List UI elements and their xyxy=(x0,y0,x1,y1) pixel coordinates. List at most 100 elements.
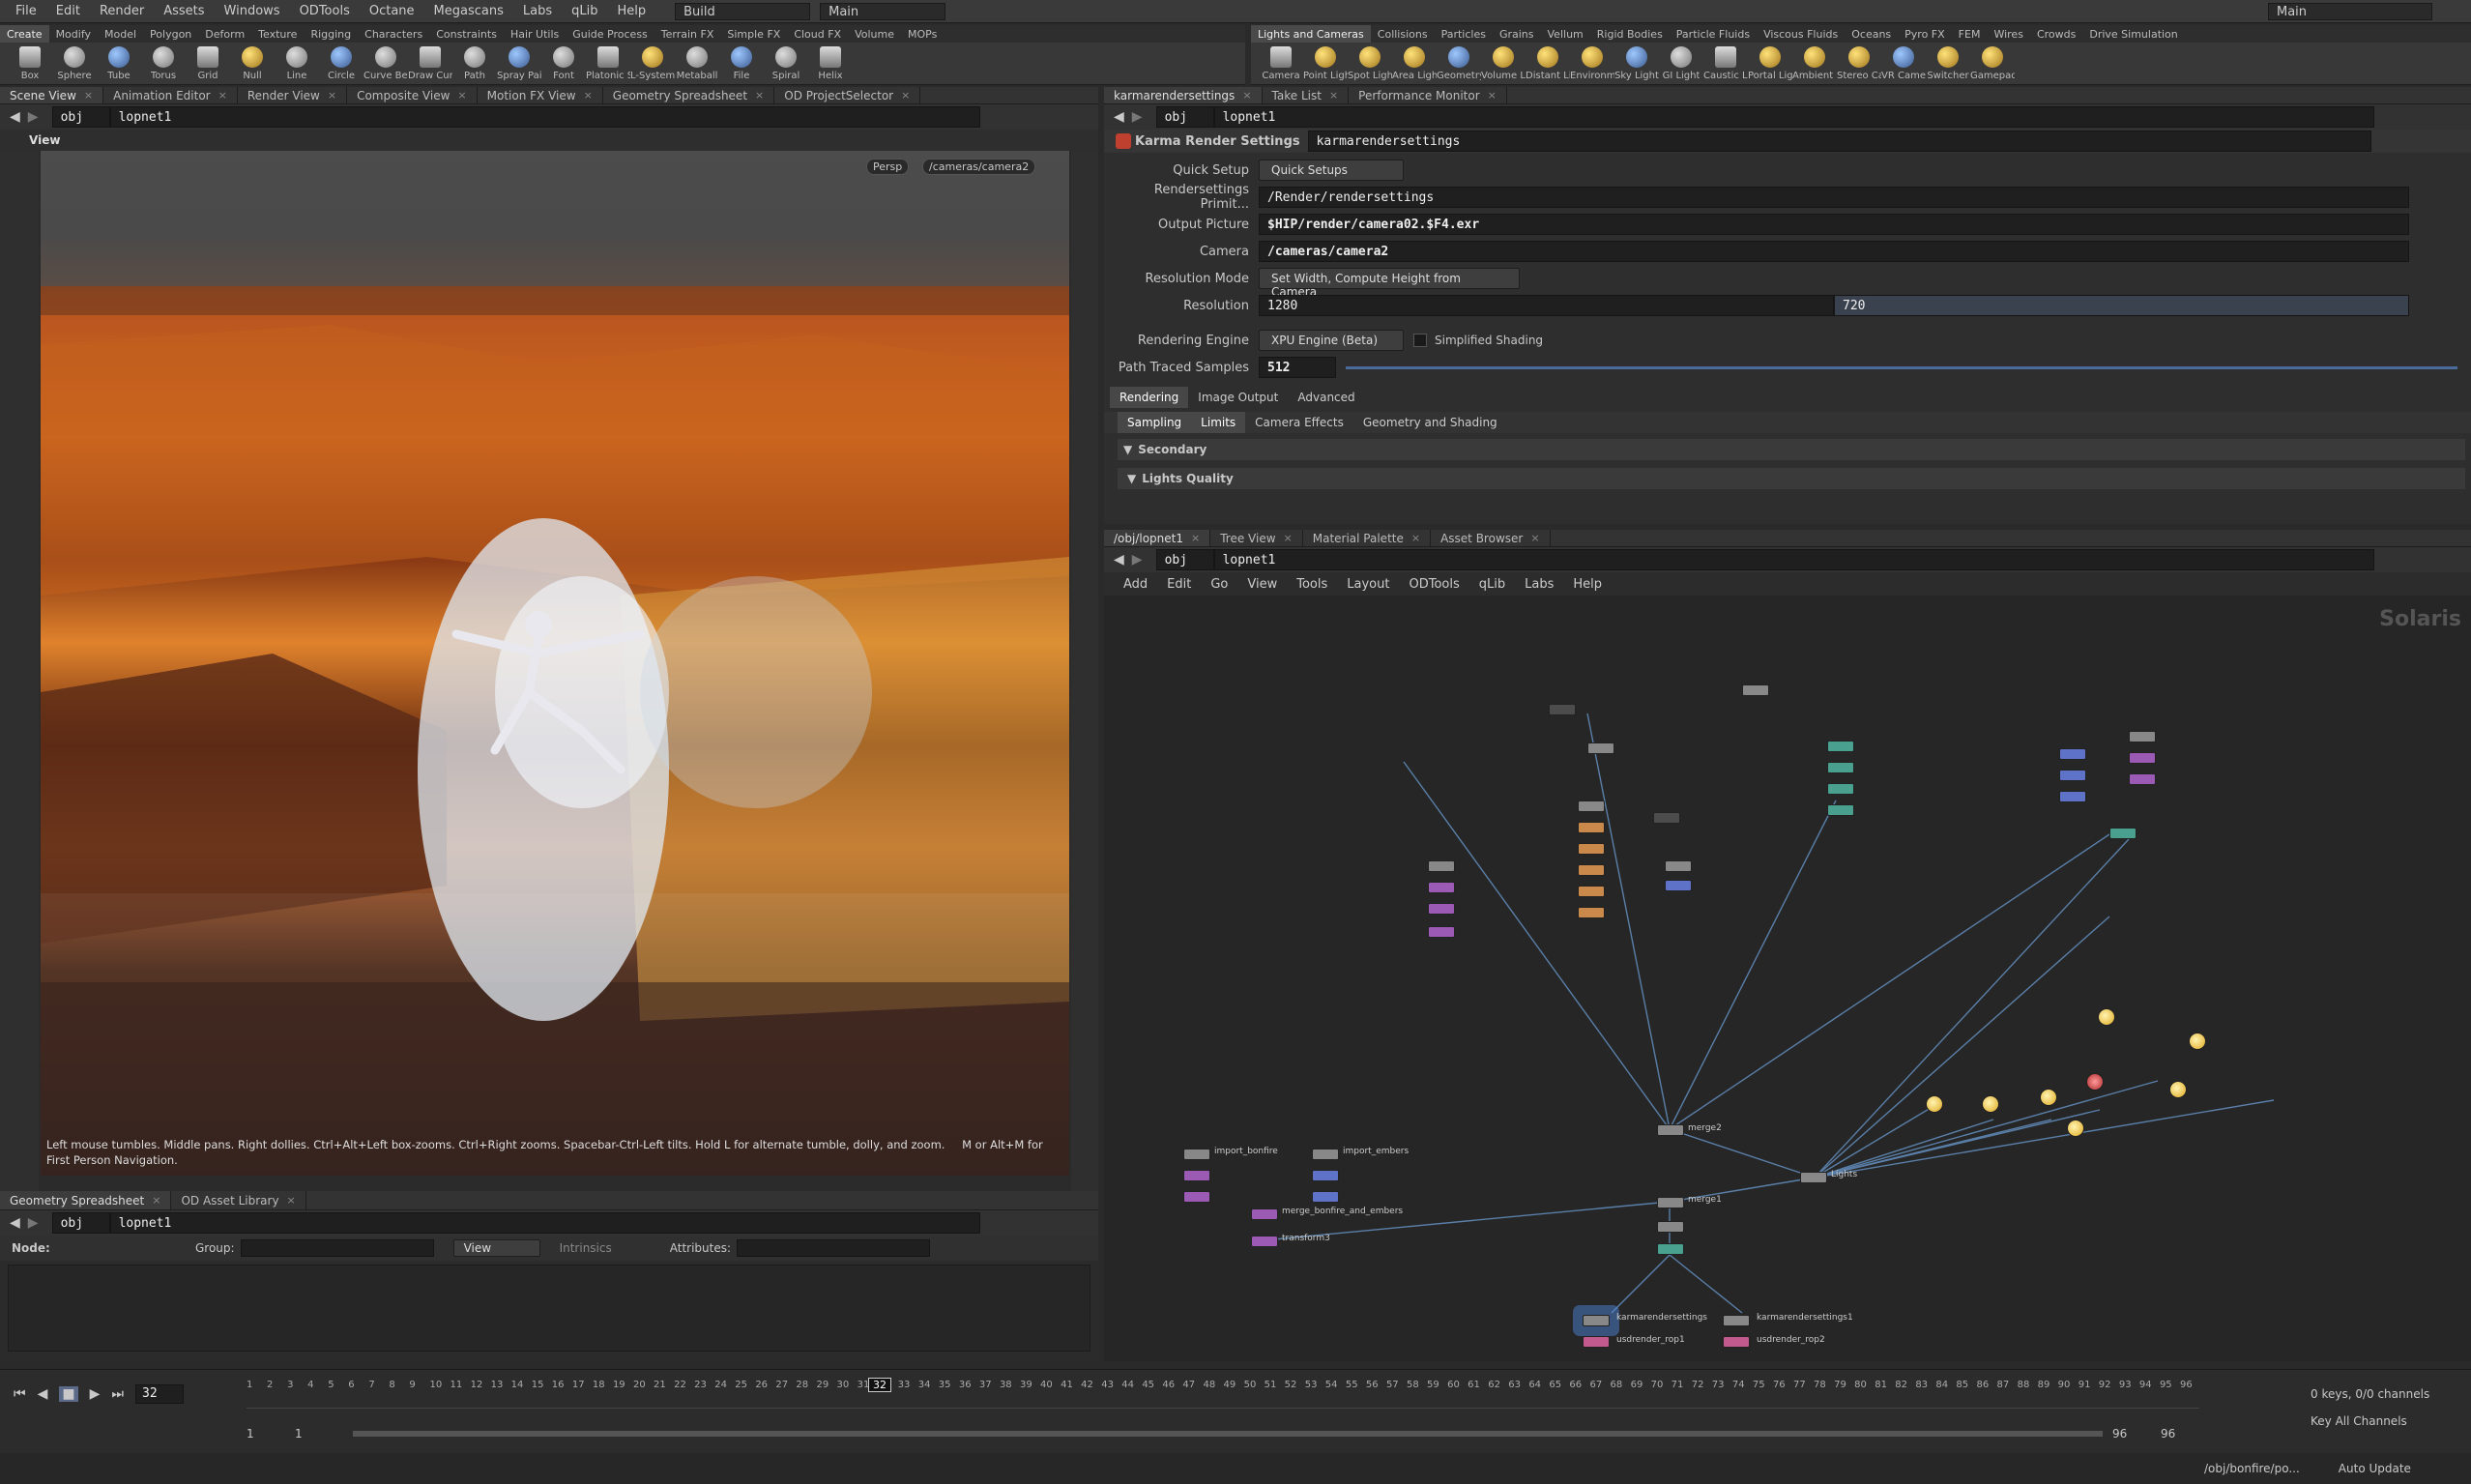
param-subtab-sampling[interactable]: Sampling xyxy=(1118,412,1192,433)
resolution-height-field[interactable]: 720 xyxy=(1834,295,2409,316)
viewport-tab-render-view[interactable]: Render View × xyxy=(238,87,348,103)
param-tab-image-output[interactable]: Image Output xyxy=(1188,387,1288,408)
left-tool-grid[interactable]: Grid xyxy=(186,46,230,81)
param-subtab-geometry-and-shading[interactable]: Geometry and Shading xyxy=(1353,412,1507,433)
attributes-field[interactable] xyxy=(737,1239,931,1257)
right-shelf-tab-particles[interactable]: Particles xyxy=(1435,25,1493,43)
node-transform-c[interactable] xyxy=(1578,886,1605,897)
network-tab-obj-lopnet1[interactable]: /obj/lopnet1 × xyxy=(1104,530,1211,546)
node-embers-lib[interactable] xyxy=(1312,1191,1339,1203)
right-tool-camera[interactable]: Camera xyxy=(1259,46,1303,81)
close-tab-icon[interactable]: × xyxy=(1488,89,1497,102)
close-tab-icon[interactable]: × xyxy=(328,89,336,102)
node-bonfire-lib[interactable] xyxy=(1183,1191,1210,1203)
left-tool-curve-bezier[interactable]: Curve Bezier xyxy=(363,46,408,81)
stop-icon[interactable]: ■ xyxy=(59,1386,78,1402)
spreadsheet-tab-geometry-spreadsheet[interactable]: Geometry Spreadsheet × xyxy=(0,1191,172,1209)
current-frame-marker[interactable]: 32 xyxy=(868,1378,891,1392)
node-dim[interactable] xyxy=(1549,704,1576,715)
left-tool-circle[interactable]: Circle xyxy=(319,46,363,81)
light-arealight5[interactable] xyxy=(2067,1120,2084,1137)
network-menu-odtools[interactable]: ODTools xyxy=(1409,577,1459,592)
close-tab-icon[interactable]: × xyxy=(287,1194,296,1207)
left-tool-platonic-solids[interactable]: Platonic Solids xyxy=(586,46,630,81)
range-start2[interactable]: 1 xyxy=(295,1427,343,1440)
menu-labs[interactable]: Labs xyxy=(523,4,552,18)
menu-windows[interactable]: Windows xyxy=(224,4,280,18)
network-menu-layout[interactable]: Layout xyxy=(1347,577,1389,592)
right-tool-sky-light[interactable]: Sky Light xyxy=(1614,46,1659,81)
right-tool-vr-camera[interactable]: VR Camera xyxy=(1881,46,1926,81)
close-tab-icon[interactable]: × xyxy=(584,89,593,102)
left-tool-null[interactable]: Null xyxy=(230,46,275,81)
camera-field[interactable]: /cameras/camera2 xyxy=(1259,241,2409,262)
menu-render[interactable]: Render xyxy=(100,4,144,18)
node-ref-top[interactable] xyxy=(1742,684,1769,696)
path-lopnet[interactable]: lopnet1 xyxy=(1213,106,2374,128)
left-shelf-tab-create[interactable]: Create xyxy=(0,25,49,43)
right-shelf-tab-particle-fluids[interactable]: Particle Fluids xyxy=(1670,25,1757,43)
range-start[interactable]: 1 xyxy=(247,1427,295,1440)
right-selector[interactable]: Main xyxy=(2268,2,2432,20)
right-tool-point-light[interactable]: Point Light xyxy=(1303,46,1348,81)
menu-edit[interactable]: Edit xyxy=(56,4,80,18)
spreadsheet-tab-od-asset-library[interactable]: OD Asset Library × xyxy=(171,1191,306,1209)
viewport-tab-scene-view[interactable]: Scene View × xyxy=(0,87,104,103)
param-subtab-limits[interactable]: Limits xyxy=(1191,412,1246,433)
menu-qlib[interactable]: qLib xyxy=(571,4,597,18)
range-slider[interactable] xyxy=(353,1431,2103,1437)
left-tool-l-system[interactable]: L-System xyxy=(630,46,675,81)
menu-assets[interactable]: Assets xyxy=(163,4,204,18)
left-tool-draw-curve[interactable]: Draw Curve xyxy=(408,46,452,81)
left-tool-metaball[interactable]: Metaball xyxy=(675,46,719,81)
right-tool-switcher[interactable]: Switcher xyxy=(1926,46,1970,81)
param-tab-rendering[interactable]: Rendering xyxy=(1110,387,1189,408)
view-menu[interactable]: View xyxy=(452,1239,540,1257)
node-file2[interactable] xyxy=(1665,860,1692,872)
left-tool-font[interactable]: Font xyxy=(541,46,586,81)
frame-ruler[interactable]: 1 2 3 4 5 6 7 8 9 10 11 12 13 14 15 16 17 18 19 20 21 22 23 24 2… xyxy=(247,1380,2199,1409)
network-menu-view[interactable]: View xyxy=(1247,577,1277,592)
samples-field[interactable]: 512 xyxy=(1259,357,1336,378)
node-dim-2[interactable] xyxy=(1653,812,1680,824)
node-transform-d[interactable] xyxy=(1578,907,1605,918)
node-lights[interactable] xyxy=(1800,1172,1827,1183)
right-shelf-tab-wires[interactable]: Wires xyxy=(1987,25,2029,43)
param-tab-advanced[interactable]: Advanced xyxy=(1288,387,1364,408)
network-tab-material-palette[interactable]: Material Palette × xyxy=(1303,530,1432,546)
node-karmarendersettings1[interactable] xyxy=(1723,1315,1750,1326)
back-icon[interactable]: ◀ xyxy=(10,1215,20,1231)
section-secondary[interactable]: ▼ Secondary xyxy=(1118,439,2465,460)
left-shelf-tab-simple-fx[interactable]: Simple FX xyxy=(720,25,787,43)
parameter-tab-performance-monitor[interactable]: Performance Monitor × xyxy=(1349,87,1507,103)
right-tool-gamepad-camera[interactable]: Gamepad Camera xyxy=(1970,46,2015,81)
right-shelf-tab-viscous-fluids[interactable]: Viscous Fluids xyxy=(1757,25,1845,43)
right-tool-gi-light[interactable]: GI Light xyxy=(1659,46,1703,81)
network-menu-help[interactable]: Help xyxy=(1573,577,1602,592)
network-selector[interactable]: Main xyxy=(820,2,946,20)
right-shelf-tab-lights-and-cameras[interactable]: Lights and Cameras xyxy=(1251,25,1371,43)
close-tab-icon[interactable]: × xyxy=(457,89,466,102)
viewport-tab-animation-editor[interactable]: Animation Editor × xyxy=(103,87,238,103)
node-transform7[interactable] xyxy=(2129,752,2156,764)
right-tool-caustic-light[interactable]: Caustic Light xyxy=(1703,46,1748,81)
path-lopnet[interactable]: lopnet1 xyxy=(109,1212,980,1234)
group-field[interactable] xyxy=(240,1239,434,1257)
parameter-tab-karmarendersettings[interactable]: karmarendersettings × xyxy=(1104,87,1263,103)
right-tool-stereo-camera[interactable]: Stereo Camera xyxy=(1837,46,1881,81)
viewport-tab-motion-fx-view[interactable]: Motion FX View × xyxy=(478,87,603,103)
left-tool-spray-paint[interactable]: Spray Paint xyxy=(497,46,541,81)
light-spotlight2[interactable] xyxy=(2189,1033,2206,1050)
jump-start-icon[interactable]: ⏮ xyxy=(14,1386,26,1402)
node-camera1[interactable] xyxy=(2059,748,2086,760)
close-tab-icon[interactable]: × xyxy=(84,89,93,102)
right-shelf-tab-oceans[interactable]: Oceans xyxy=(1845,25,1898,43)
node-camera3[interactable] xyxy=(2059,791,2086,802)
camera-menu[interactable]: /cameras/camera2 xyxy=(922,159,1036,175)
left-shelf-tab-mops[interactable]: MOPs xyxy=(901,25,944,43)
node-merge-bonfire[interactable] xyxy=(1251,1208,1278,1220)
close-tab-icon[interactable]: × xyxy=(1530,532,1539,544)
path-obj[interactable]: obj xyxy=(1155,106,1214,128)
light-arealight3[interactable] xyxy=(2040,1089,2057,1106)
play-icon[interactable]: ▶ xyxy=(90,1386,101,1402)
